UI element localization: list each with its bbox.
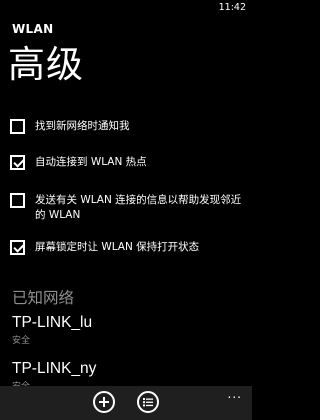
app-bar: ... <box>0 386 252 420</box>
known-network-item[interactable]: TP-LINK_lu 安全 <box>12 314 92 346</box>
setting-label: 发送有关 WLAN 连接的信息以帮助发现邻近的 WLAN <box>35 194 242 221</box>
app-title: WLAN <box>12 22 54 36</box>
setting-label: 找到新网络时通知我 <box>35 120 130 132</box>
network-name: TP-LINK_lu <box>12 314 93 331</box>
keep-wlan-on-locked-checkbox[interactable] <box>10 240 25 255</box>
setting-label: 屏幕锁定时让 WLAN 保持打开状态 <box>35 241 200 253</box>
more-options-button[interactable]: ... <box>228 388 242 400</box>
network-name: TP-LINK_ny <box>12 360 97 377</box>
auto-connect-hotspots-checkbox[interactable] <box>10 155 25 170</box>
setting-label: 自动连接到 WLAN 热点 <box>35 156 147 168</box>
status-bar: 11:42 <box>0 0 252 16</box>
network-security-status: 安全 <box>12 336 31 346</box>
setting-keep-wlan-on-locked[interactable]: 屏幕锁定时让 WLAN 保持打开状态 <box>10 240 244 255</box>
list-select-icon <box>143 398 153 407</box>
setting-send-wlan-info[interactable]: 发送有关 WLAN 连接的信息以帮助发现邻近的 WLAN <box>10 193 244 223</box>
select-button[interactable] <box>137 391 159 413</box>
add-button[interactable] <box>93 391 115 413</box>
setting-notify-new-networks[interactable]: 找到新网络时通知我 <box>10 119 244 134</box>
setting-auto-connect-hotspots[interactable]: 自动连接到 WLAN 热点 <box>10 155 244 170</box>
notify-new-networks-checkbox[interactable] <box>10 119 25 134</box>
status-clock: 11:42 <box>218 2 246 13</box>
plus-icon <box>99 397 109 407</box>
known-networks-header: 已知网络 <box>12 289 75 307</box>
send-wlan-info-checkbox[interactable] <box>10 193 25 208</box>
page-title: 高级 <box>8 43 84 86</box>
